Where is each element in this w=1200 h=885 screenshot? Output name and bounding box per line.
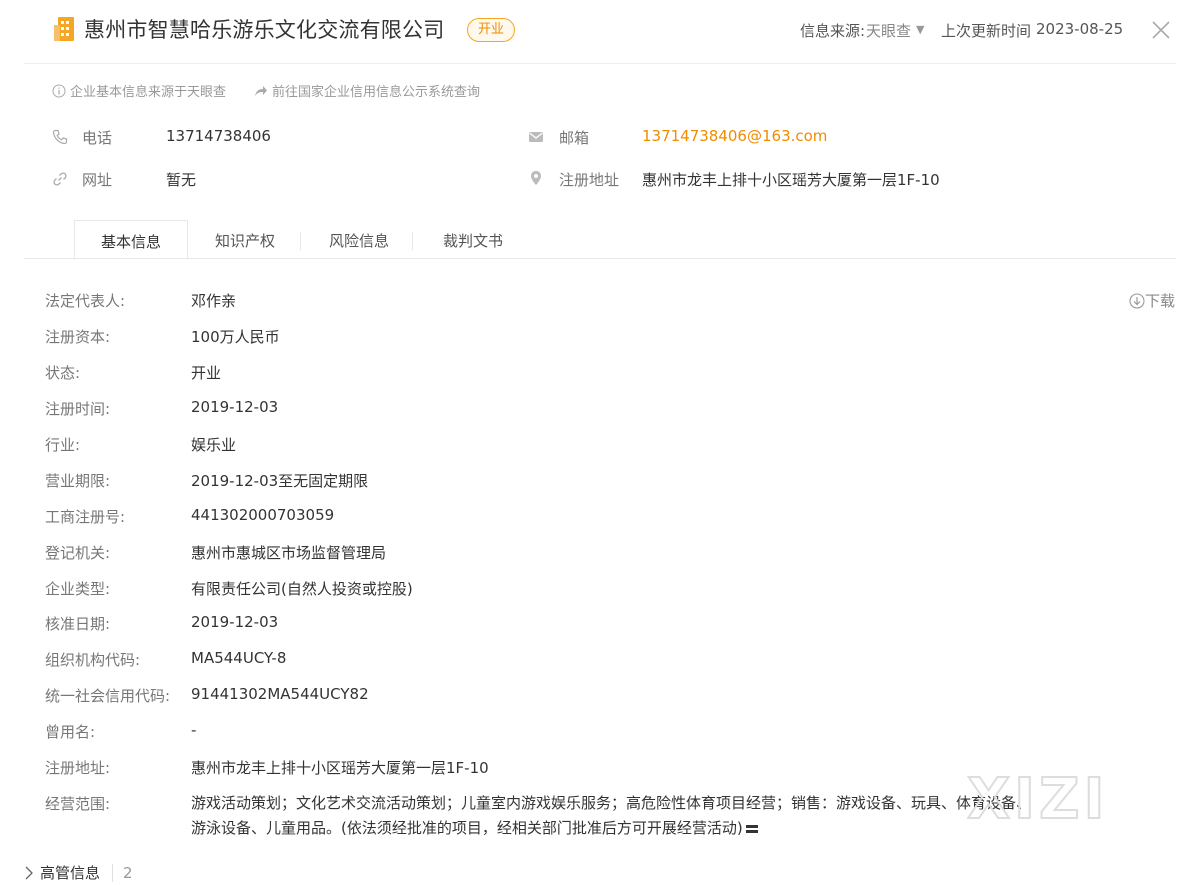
detail-key: 工商注册号: — [45, 508, 126, 526]
tab-intellectual-property[interactable]: 知识产权 — [190, 220, 300, 258]
close-icon[interactable] — [1150, 19, 1172, 41]
header: 惠州市智慧哈乐游乐文化交流有限公司 开业 信息来源: 天眼查 ▼ 上次更新时间 … — [0, 0, 1200, 62]
address-label: 注册地址 — [559, 171, 620, 189]
phone-value: 13714738406 — [166, 127, 271, 145]
expand-icon[interactable] — [745, 824, 758, 834]
detail-key: 企业类型: — [45, 580, 111, 598]
source-label: 信息来源: — [800, 22, 866, 40]
detail-key: 核准日期: — [45, 615, 111, 633]
source-note: 企业基本信息来源于天眼查 — [52, 81, 226, 100]
source-dropdown[interactable]: 天眼查 — [866, 20, 911, 41]
chevron-right-icon — [25, 866, 33, 880]
executives-section-toggle[interactable]: 高管信息 2 — [24, 862, 133, 883]
tab-separator — [412, 232, 413, 250]
detail-key: 注册时间: — [45, 400, 111, 418]
detail-key: 注册地址: — [45, 759, 111, 777]
update-label: 上次更新时间 — [941, 22, 1032, 40]
detail-key: 注册资本: — [45, 328, 111, 346]
download-label[interactable]: 下载 — [1145, 292, 1175, 310]
detail-key: 行业: — [45, 436, 81, 454]
business-scope: 游戏活动策划；文化艺术交流活动策划；儿童室内游戏娱乐服务；高危险性体育项目经营；… — [191, 791, 1041, 841]
detail-value: MA544UCY-8 — [191, 649, 287, 667]
detail-key: 状态: — [45, 364, 81, 382]
section-label: 高管信息 — [40, 864, 101, 882]
detail-value: 91441302MA544UCY82 — [191, 685, 369, 703]
company-name: 惠州市智慧哈乐游乐文化交流有限公司 — [84, 18, 445, 42]
section-separator — [112, 864, 114, 882]
detail-key: 组织机构代码: — [45, 651, 141, 669]
detail-key: 营业期限: — [45, 472, 111, 490]
tab-separator — [300, 232, 301, 250]
detail-value: 441302000703059 — [191, 506, 335, 524]
detail-value: 惠州市惠城区市场监督管理局 — [191, 544, 387, 562]
detail-value: 开业 — [191, 364, 222, 382]
tab-judgments[interactable]: 裁判文书 — [418, 220, 528, 258]
location-pin-icon — [531, 171, 541, 185]
detail-key: 统一社会信用代码: — [45, 687, 171, 705]
detail-value: 惠州市龙丰上排十小区瑶芳大厦第一层1F-10 — [191, 759, 489, 777]
status-badge: 开业 — [467, 18, 516, 42]
detail-value: 有限责任公司(自然人投资或控股) — [191, 580, 413, 598]
detail-key: 法定代表人: — [45, 292, 126, 310]
email-link[interactable]: 13714738406@163.com — [642, 127, 827, 145]
address-value: 惠州市龙丰上排十小区瑶芳大厦第一层1F-10 — [642, 171, 940, 189]
detail-value: 2019-12-03至无固定期限 — [191, 472, 369, 490]
scope-key: 经营范围: — [45, 795, 111, 813]
detail-value: 邓作亲 — [191, 292, 237, 310]
caret-down-icon[interactable]: ▼ — [916, 23, 924, 36]
website-value: 暂无 — [166, 171, 197, 189]
share-arrow-icon — [255, 86, 267, 96]
detail-value: 娱乐业 — [191, 436, 237, 454]
section-count: 2 — [123, 864, 133, 882]
building-icon — [54, 17, 74, 41]
watermark-logo: XIZI — [966, 766, 1108, 826]
phone-label: 电话 — [82, 129, 113, 147]
header-divider — [24, 63, 1176, 64]
detail-value: - — [191, 721, 197, 739]
detail-key: 登记机关: — [45, 544, 111, 562]
source-note-text: 企业基本信息来源于天眼查 — [70, 85, 227, 100]
detail-value: 2019-12-03 — [191, 398, 279, 416]
info-circle-icon — [52, 84, 66, 98]
tab-underline — [24, 258, 1176, 259]
detail-value: 2019-12-03 — [191, 613, 279, 631]
link-icon — [53, 172, 67, 186]
tab-basic-info[interactable]: 基本信息 — [74, 220, 188, 260]
phone-icon — [52, 129, 68, 145]
tab-risk-info[interactable]: 风险信息 — [304, 220, 414, 258]
watermark-text: XIZI — [967, 767, 1108, 826]
detail-key: 曾用名: — [45, 723, 96, 741]
email-label: 邮箱 — [559, 129, 590, 147]
download-icon — [1129, 293, 1145, 309]
update-date: 2023-08-25 — [1036, 20, 1124, 38]
scope-value: 游戏活动策划；文化艺术交流活动策划；儿童室内游戏娱乐服务；高危险性体育项目经营；… — [191, 794, 1032, 837]
download-button[interactable]: 下载 — [1129, 290, 1175, 311]
mail-icon — [529, 132, 543, 142]
website-label: 网址 — [82, 171, 113, 189]
gov-link[interactable]: 前往国家企业信用信息公示系统查询 — [254, 81, 480, 100]
gov-link-text[interactable]: 前往国家企业信用信息公示系统查询 — [272, 85, 480, 100]
detail-value: 100万人民币 — [191, 328, 280, 346]
